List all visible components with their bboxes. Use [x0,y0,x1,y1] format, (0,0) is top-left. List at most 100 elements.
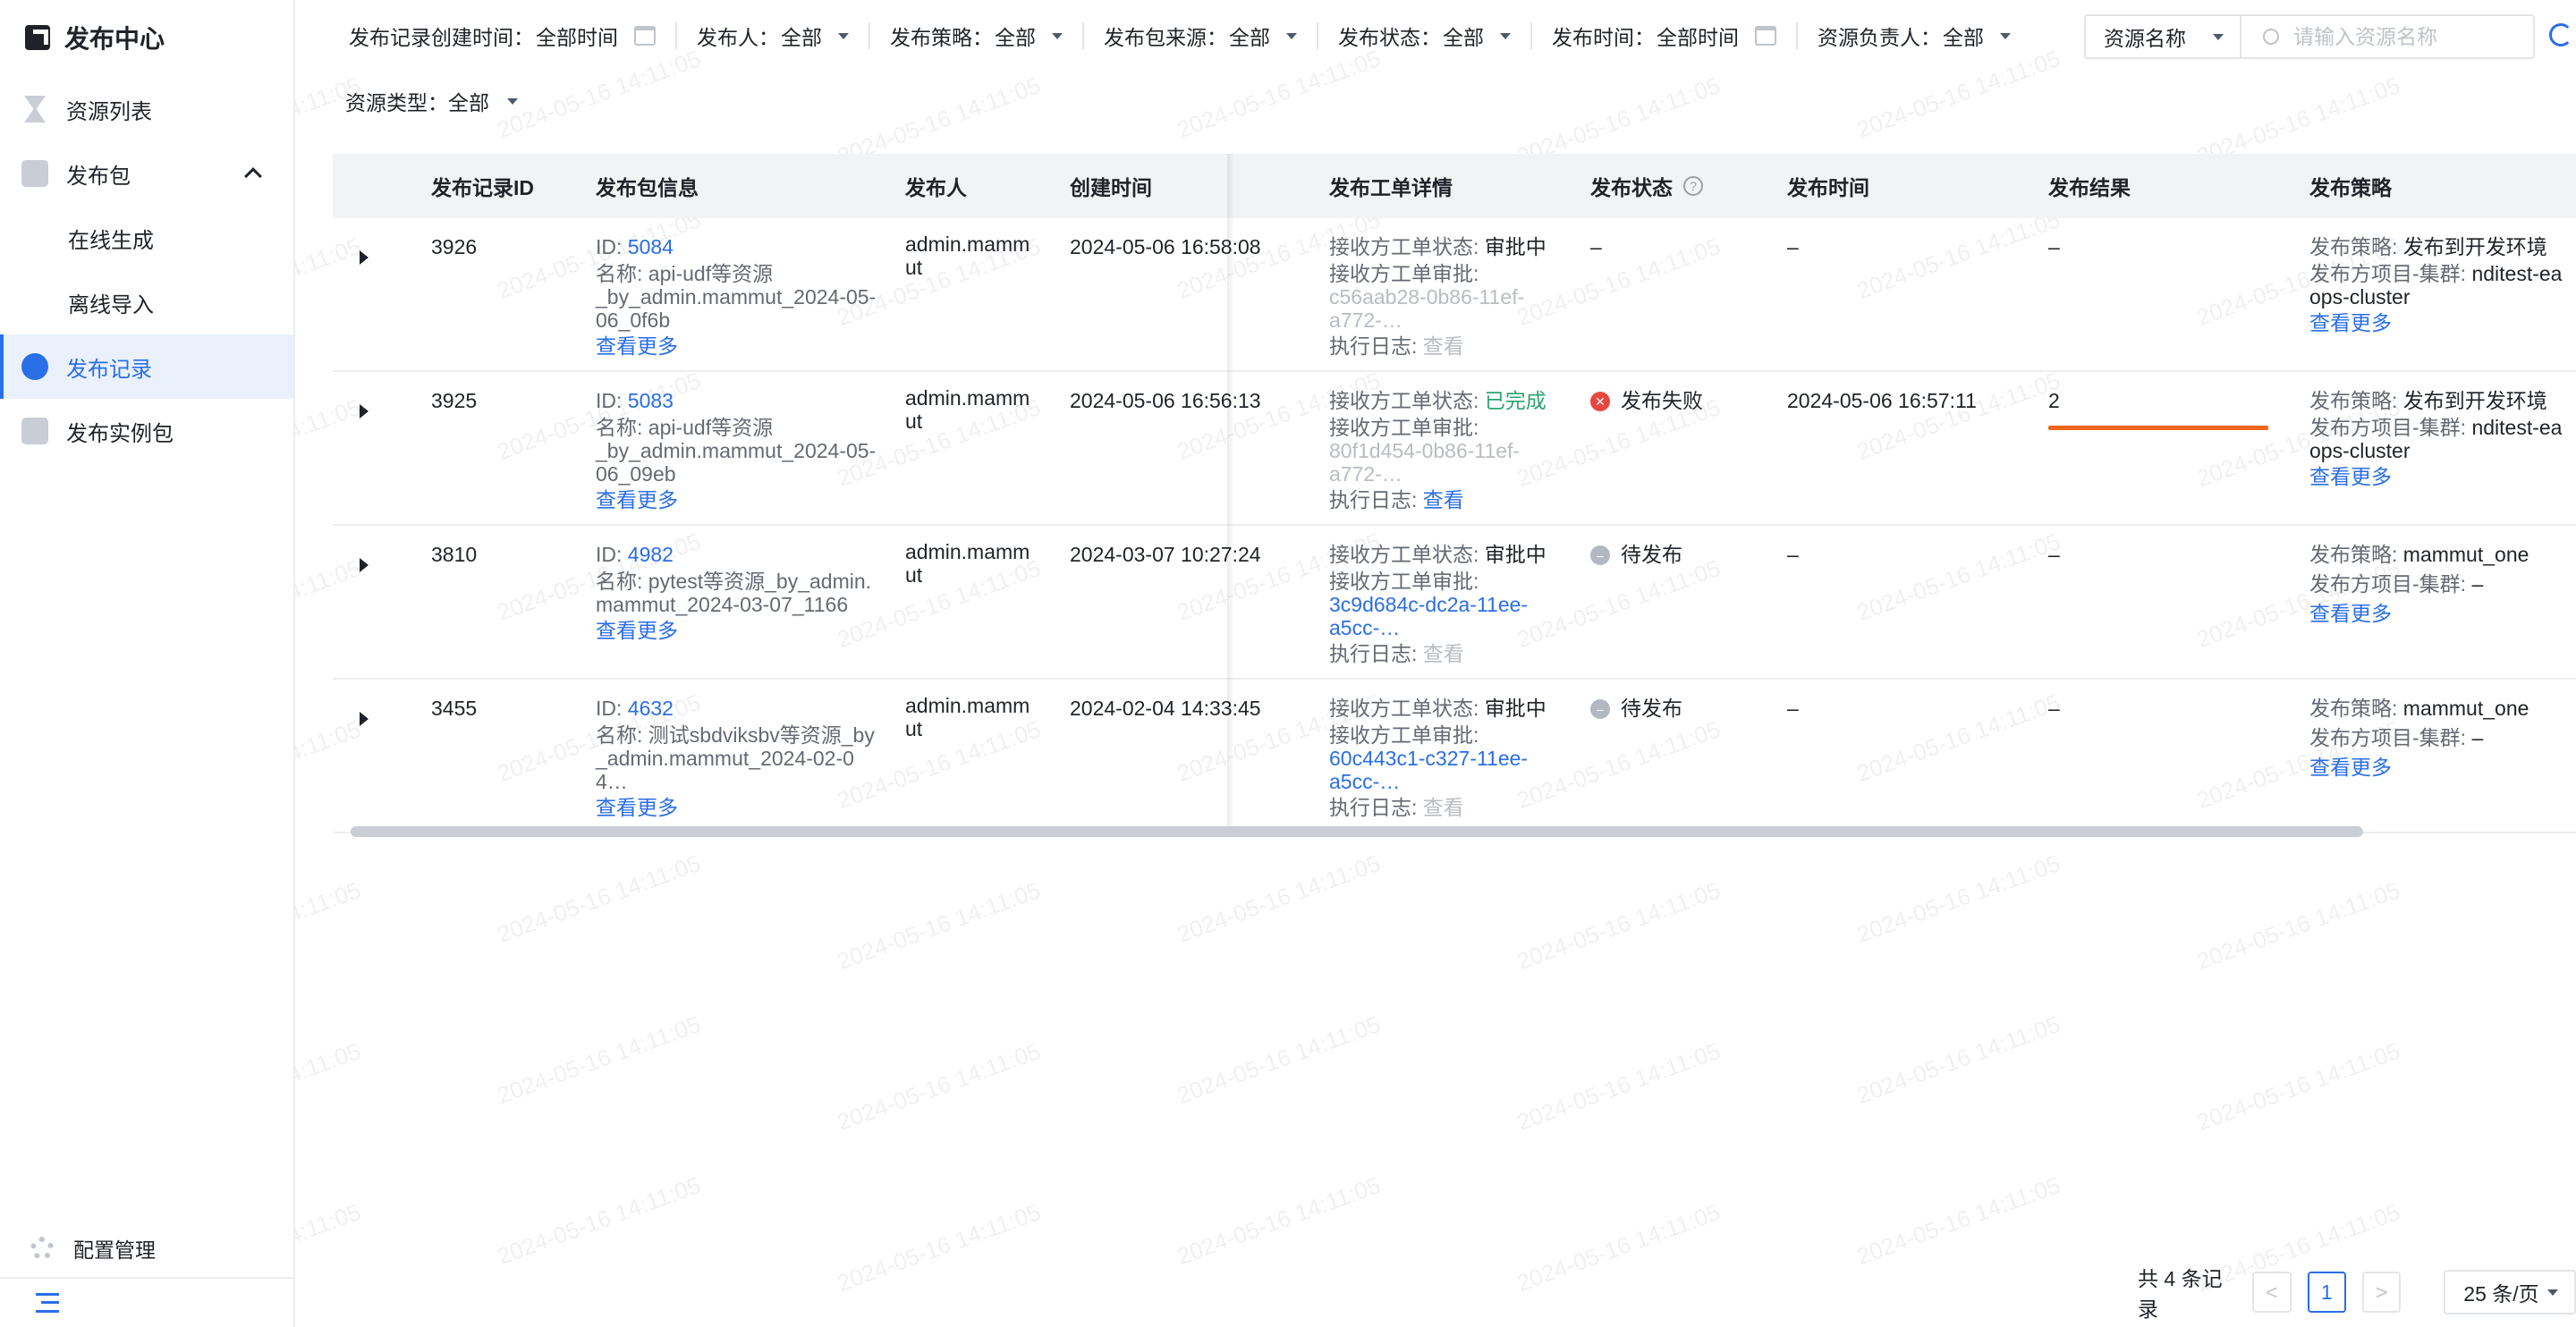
search-field-select[interactable]: 资源名称 [2084,14,2241,59]
package-id-label: ID: [596,697,628,720]
expand-row-icon[interactable] [360,404,369,418]
header-publish-status-label: 发布状态 [1590,176,1673,199]
watermark-text: 2024-05-16 14:11:05 [1513,1197,1724,1297]
filter-publisher[interactable]: 发布人： 全部 [697,22,870,49]
filter-label: 资源负责人： [1818,26,1941,49]
filter-value: 全部 [1943,26,1984,49]
filter-label: 发布记录创建时间： [349,26,534,49]
strategy-view-more-link[interactable]: 查看更多 [2309,309,2569,338]
cluster-line: 发布方项目-集群: nditest-eaops-cluster [2309,416,2569,462]
sidebar-item-label: 在线生成 [68,228,154,253]
exec-log-line: 执行日志: 查看 [1329,332,1553,361]
sidebar-item-config[interactable]: 配置管理 [0,1221,293,1275]
view-more-link[interactable]: 查看更多 [596,616,882,646]
page-1-button[interactable]: 1 [2307,1272,2346,1313]
header-package-info: 发布包信息 [596,176,699,199]
strategy-label: 发布策略: [2309,543,2403,566]
horizontal-scrollbar[interactable] [351,826,2363,837]
watermark-text: 2024-05-16 14:11:05 [493,849,705,949]
caret-down-icon [838,32,849,39]
sidebar-item-offline-import[interactable]: 离线导入 [0,270,293,334]
strategy-value: mammut_one [2402,697,2529,720]
next-page-button[interactable]: > [2361,1272,2402,1313]
order-status-value: 已完成 [1484,389,1546,412]
watermark-text: 2024-05-16 14:11:05 [1852,44,2064,144]
order-approval-id[interactable]: 60c443c1-c327-11ee-a5cc-… [1329,747,1528,793]
exec-log-line: 执行日志: 查看 [1329,639,1553,669]
help-icon[interactable]: ? [1683,176,1703,196]
filter-resource-type[interactable]: 资源类型： 全部 [345,86,518,116]
refresh-icon[interactable] [2549,23,2572,46]
order-approval-line: 接收方工单审批: c56aab28-0b86-11ef-a772-… [1329,262,1553,332]
filter-label: 资源类型： [345,91,448,114]
filter-publish-time[interactable]: 发布时间： 全部时间 [1552,22,1798,49]
hourglass-icon [24,96,46,123]
collapse-sidebar-button[interactable] [0,1277,293,1327]
filter-package-source[interactable]: 发布包来源： 全部 [1104,22,1318,49]
order-approval-id[interactable]: 3c9d684c-dc2a-11ee-a5cc-… [1329,593,1528,639]
order-status-line: 接收方工单状态: 审批中 [1329,540,1553,570]
caret-down-icon [2547,1289,2558,1296]
watermark-text: 2024-05-16 14:11:05 [1852,849,2064,949]
strategy-view-more-link[interactable]: 查看更多 [2309,599,2569,629]
prev-page-button[interactable]: < [2252,1272,2292,1313]
caret-down-icon [2213,33,2224,40]
brand: 发布中心 [25,18,165,57]
view-more-link[interactable]: 查看更多 [596,332,882,361]
filter-label: 发布人： [697,26,779,49]
filter-publish-status[interactable]: 发布状态： 全部 [1338,22,1532,49]
exec-log-label: 执行日志: [1329,796,1423,819]
strategy-view-more-link[interactable]: 查看更多 [2309,462,2569,492]
filter-strategy[interactable]: 发布策略： 全部 [890,22,1084,49]
search-field-value: 资源名称 [2104,27,2186,50]
view-more-link[interactable]: 查看更多 [596,486,882,515]
strategy-line: 发布策略: mammut_one [2309,694,2569,723]
search-input[interactable] [2293,24,2517,49]
page-size-select[interactable]: 25 条/页 [2444,1270,2576,1314]
send-icon [21,418,48,444]
caret-down-icon [1052,32,1063,39]
package-id-link[interactable]: 5083 [628,389,674,412]
package-id-label: ID: [596,235,628,258]
strategy-label: 发布策略: [2309,235,2403,258]
view-more-link[interactable]: 查看更多 [596,793,882,823]
pagination: 共 4 条记录 < 1 > 25 条/页 [2138,1267,2576,1321]
cell-record-id: 3925 [431,389,478,412]
package-id-link[interactable]: 5084 [628,235,674,258]
package-id-link[interactable]: 4982 [628,543,674,566]
order-approval-id: c56aab28-0b86-11ef-a772-… [1329,285,1525,332]
caret-down-icon [507,97,518,105]
strategy-value: 发布到开发环境 [2402,389,2547,412]
filter-resource-owner[interactable]: 资源负责人： 全部 [1818,22,2030,49]
watermark-text: 2024-05-16 14:11:05 [1513,1036,1724,1137]
watermark-text: 2024-05-16 14:11:05 [1173,1171,1385,1271]
sidebar-item-online-generate[interactable]: 在线生成 [0,206,293,270]
watermark-text: 2024-05-16 14:11:05 [1513,875,1724,976]
status-text: 待发布 [1621,543,1682,566]
watermark-text: 2024-05-16 14:11:05 [493,44,705,144]
order-approval-label: 接收方工单审批: [1329,262,1479,285]
cell-order-detail: 接收方工单状态: 审批中 接收方工单审批: c56aab28-0b86-11ef… [1329,232,1553,361]
cell-publish-result[interactable]: 2 [2048,386,2060,416]
filter-value: 全部时间 [1657,26,1739,49]
watermark-text: 2024-05-16 14:11:05 [1852,1010,2064,1110]
strategy-view-more-link[interactable]: 查看更多 [2309,753,2569,782]
expand-row-icon[interactable] [360,712,369,726]
cell-publisher: admin.mammut [905,540,1030,587]
sidebar-item-instance-package[interactable]: 发布实例包 [0,399,293,463]
filter-bar: 发布记录创建时间： 全部时间 发布人： 全部 发布策略： 全部 发布包来源： 全… [349,16,2050,55]
order-approval-label: 接收方工单审批: [1329,723,1479,747]
exec-log-link[interactable]: 查看 [1423,488,1464,511]
chevron-up-icon[interactable] [244,167,262,185]
sidebar-item-resource-list[interactable]: 资源列表 [0,77,293,141]
fail-status-icon: ✕ [1590,391,1610,411]
package-id-link[interactable]: 4632 [628,697,674,720]
status-text: 待发布 [1621,697,1682,720]
sidebar-item-package[interactable]: 发布包 [0,141,293,206]
filter-record-created-time[interactable]: 发布记录创建时间： 全部时间 [349,22,677,49]
expand-row-icon[interactable] [360,250,369,265]
expand-row-icon[interactable] [360,558,369,572]
sidebar-item-publish-records[interactable]: 发布记录 [0,334,293,399]
filter-label: 发布时间： [1552,26,1655,49]
cell-package-info: ID: 5083 名称: api-udf等资源_by_admin.mammut_… [596,386,882,515]
